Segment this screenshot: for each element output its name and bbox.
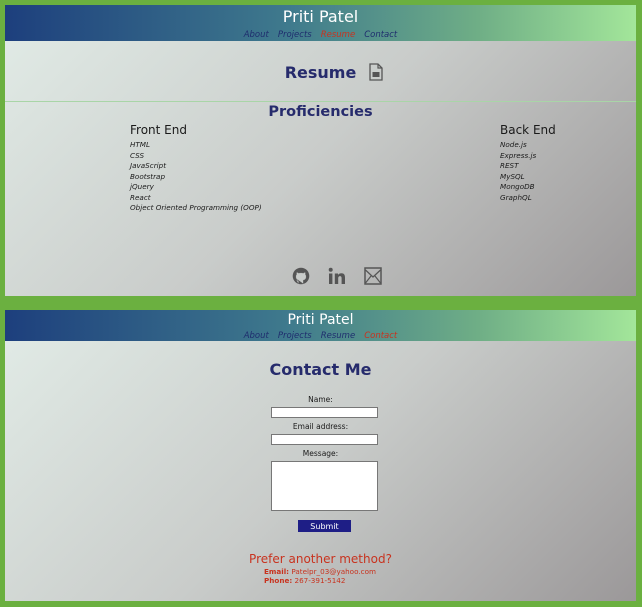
nav-about[interactable]: About	[244, 331, 269, 341]
message-label: Message:	[302, 449, 339, 458]
resume-download-icon[interactable]	[369, 63, 383, 85]
linkedin-icon[interactable]	[328, 267, 346, 289]
skill-item: REST	[500, 161, 519, 170]
skill-item: GraphQL	[500, 192, 532, 202]
github-icon[interactable]	[292, 267, 310, 289]
skill-item: HTML	[130, 140, 151, 149]
phone-value[interactable]: 267-391-5142	[295, 576, 346, 585]
phone-contact-line: Phone: 267-391-5142	[264, 576, 345, 585]
email-contact-line: Email: Patelpr_03@yahoo.com	[264, 567, 376, 576]
skill-item: jQuery	[130, 182, 154, 191]
resume-heading-text: Resume	[284, 63, 357, 82]
skill-item: Node.js	[500, 140, 527, 149]
nav-resume[interactable]: Resume	[321, 30, 355, 40]
mail-icon[interactable]	[364, 267, 382, 289]
email-key: Email:	[264, 567, 290, 576]
page-title: Resume	[5, 63, 636, 82]
nav-about[interactable]: About	[244, 30, 269, 40]
front-end-title: Front End	[130, 123, 187, 137]
skill-item: MongoDB	[500, 182, 535, 191]
site-header: Priti Patel About Projects Resume Contac…	[5, 5, 636, 41]
skill-item: Express.js	[500, 150, 537, 160]
skill-item: Object Oriented Programming (OOP)	[130, 203, 262, 212]
email-label: Email address:	[292, 422, 349, 431]
front-end-column: Front End HTML CSS JavaScript Bootstrap …	[130, 123, 262, 214]
nav-projects[interactable]: Projects	[278, 331, 312, 341]
main-nav: About Projects Resume Contact	[5, 331, 636, 341]
nav-contact[interactable]: Contact	[364, 331, 397, 341]
proficiencies-heading: Proficiencies	[268, 104, 373, 120]
submit-button[interactable]: Submit	[298, 520, 351, 532]
alt-contact-heading: Prefer another method?	[249, 552, 392, 566]
name-label: Name:	[308, 395, 333, 404]
email-value[interactable]: Patelpr_03@yahoo.com	[291, 567, 376, 576]
site-title[interactable]: Priti Patel	[5, 310, 636, 329]
skill-item: CSS	[130, 150, 145, 160]
resume-page: Priti Patel About Projects Resume Contac…	[5, 5, 636, 296]
contact-page: Priti Patel About Projects Resume Contac…	[5, 310, 636, 601]
social-links	[292, 267, 382, 289]
site-header: Priti Patel About Projects Resume Contac…	[5, 310, 636, 341]
nav-projects[interactable]: Projects	[278, 30, 312, 40]
back-end-title: Back End	[500, 123, 556, 137]
main-nav: About Projects Resume Contact	[5, 30, 636, 40]
skill-item: Bootstrap	[130, 171, 166, 181]
skill-item: React	[130, 192, 151, 202]
nav-resume[interactable]: Resume	[321, 331, 355, 341]
back-end-column: Back End Node.js Express.js REST MySQL M…	[500, 123, 556, 203]
section-divider	[5, 101, 636, 102]
phone-key: Phone:	[264, 576, 293, 585]
nav-contact[interactable]: Contact	[364, 30, 397, 40]
site-title[interactable]: Priti Patel	[5, 5, 636, 26]
page-title: Contact Me	[269, 360, 372, 379]
name-field[interactable]	[271, 407, 378, 418]
email-field[interactable]	[271, 434, 378, 445]
skill-item: JavaScript	[130, 161, 167, 170]
message-field[interactable]	[271, 461, 378, 511]
skill-item: MySQL	[500, 171, 525, 181]
